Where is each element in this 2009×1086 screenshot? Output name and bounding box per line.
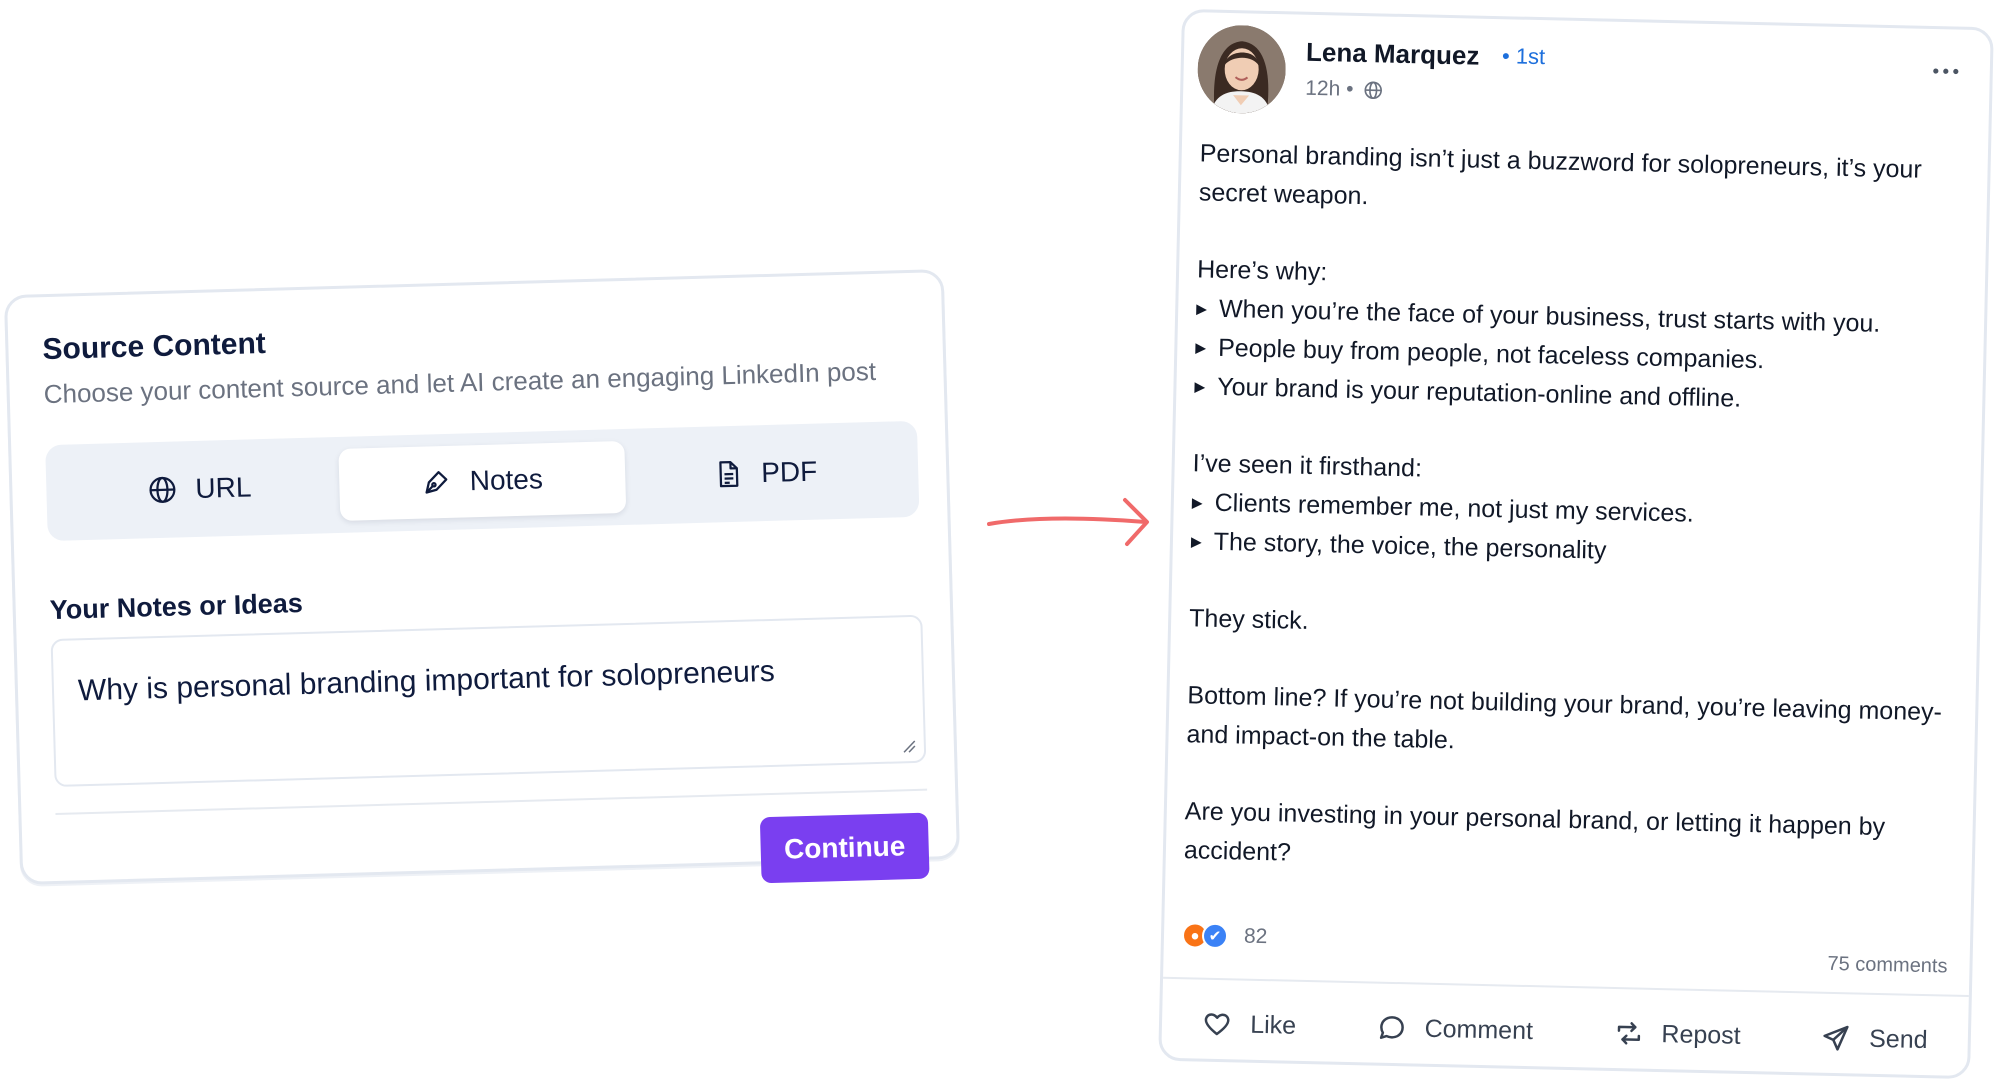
tab-url-label: URL: [194, 471, 252, 504]
comments-count[interactable]: 75 comments: [1827, 953, 1948, 979]
notes-label: Your Notes or Ideas: [49, 588, 304, 626]
card-subtitle: Choose your content source and let AI cr…: [43, 355, 877, 410]
more-options-icon[interactable]: [1932, 67, 1960, 76]
arrow-right-icon: [987, 498, 1149, 546]
tab-url[interactable]: URL: [55, 449, 343, 529]
thumbs-up-reaction-icon: ✔: [1201, 922, 1229, 950]
tab-notes-label: Notes: [469, 463, 544, 497]
repost-icon: [1617, 1022, 1640, 1045]
notes-value: Why is personal branding important for s…: [77, 654, 776, 708]
post-time: 12h •: [1305, 77, 1384, 103]
author-name[interactable]: Lena Marquez: [1306, 37, 1480, 72]
avatar[interactable]: [1196, 24, 1287, 115]
globe-icon: [149, 476, 176, 503]
linkedin-post-card: Lena Marquez • 1st 12h • Personal brandi…: [1158, 8, 1994, 1080]
heart-icon: [1204, 1013, 1230, 1036]
card-title: Source Content: [42, 326, 267, 367]
comment-label: Comment: [1424, 1014, 1534, 1045]
repost-label: Repost: [1661, 1019, 1742, 1050]
post-actions: Like Comment Repost Send: [1161, 988, 1968, 1076]
send-label: Send: [1868, 1024, 1928, 1054]
tab-pdf-label: PDF: [760, 455, 818, 489]
divider: [55, 788, 928, 816]
notes-textarea[interactable]: Why is personal branding important for s…: [50, 614, 927, 788]
connection-degree: • 1st: [1501, 43, 1546, 70]
globe-icon: [1364, 81, 1383, 100]
source-content-card: Source Content Choose your content sourc…: [3, 268, 961, 886]
repost-button[interactable]: Repost: [1613, 1018, 1741, 1051]
document-icon: [719, 461, 739, 488]
closing-question: Are you investing in your personal brand…: [1183, 797, 1886, 867]
comment-button[interactable]: Comment: [1376, 1013, 1533, 1047]
reaction-icons: ● ✔: [1181, 922, 1231, 950]
send-button[interactable]: Send: [1821, 1023, 1928, 1055]
post-time-label: 12h •: [1305, 76, 1354, 101]
source-type-selector: URL Notes PDF: [45, 420, 920, 542]
send-icon: [1823, 1025, 1849, 1051]
resize-handle-icon[interactable]: [902, 739, 916, 753]
continue-button[interactable]: Continue: [759, 812, 930, 884]
like-label: Like: [1249, 1010, 1297, 1040]
pen-icon: [425, 471, 448, 494]
like-button[interactable]: Like: [1202, 1009, 1297, 1041]
tab-notes[interactable]: Notes: [338, 440, 627, 521]
reaction-count: 82: [1243, 924, 1268, 949]
comment-icon: [1379, 1016, 1404, 1039]
tab-pdf[interactable]: PDF: [621, 433, 909, 513]
reactions-summary[interactable]: ● ✔ 82: [1181, 922, 1268, 950]
post-body: Personal branding isn’t just a buzzword …: [1183, 134, 1969, 887]
